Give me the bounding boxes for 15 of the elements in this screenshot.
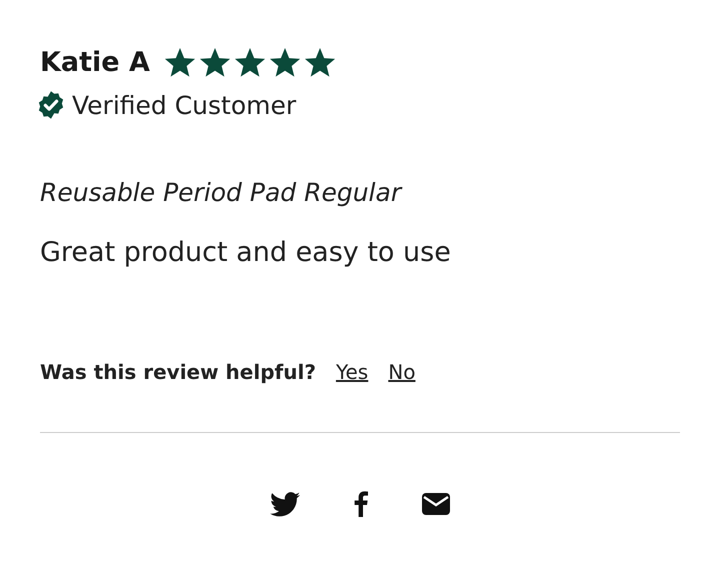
star-icon xyxy=(304,46,336,78)
star-icon xyxy=(268,46,301,78)
twitter-icon[interactable] xyxy=(270,492,300,516)
vote-link[interactable]: Yes xyxy=(336,360,368,384)
review-text: Great product and easy to use xyxy=(40,237,452,268)
product-name: Reusable Period Pad Regular xyxy=(40,178,404,207)
verified-label: Verified Customer xyxy=(72,90,296,120)
star-icon xyxy=(164,46,196,78)
vote-link[interactable]: No xyxy=(388,360,416,384)
email-icon[interactable] xyxy=(422,493,450,515)
facebook-icon[interactable] xyxy=(354,491,368,517)
reviewer-name: Katie A xyxy=(40,46,150,78)
helpful-question: Was this review helpful? xyxy=(40,360,316,384)
star-icon xyxy=(198,46,231,78)
star-icon xyxy=(234,46,266,78)
